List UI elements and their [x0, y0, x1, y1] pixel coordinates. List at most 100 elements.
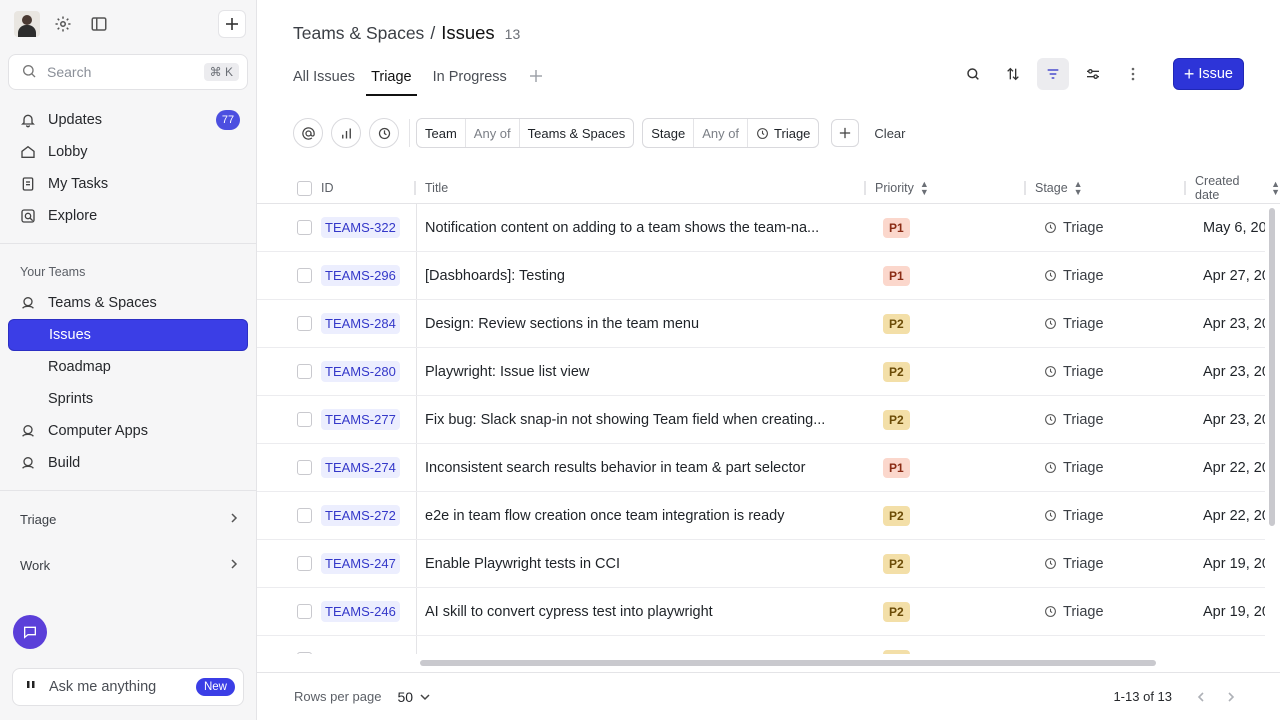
issue-id-cell[interactable]: TEAMS-246: [321, 588, 400, 635]
issue-id[interactable]: TEAMS-246: [321, 601, 400, 622]
issue-id-cell[interactable]: TEAMS-284: [321, 300, 400, 347]
stage-cell[interactable]: Triage: [1044, 300, 1104, 347]
avatar[interactable]: [14, 11, 40, 37]
row-checkbox[interactable]: [297, 396, 312, 443]
tab-all-issues[interactable]: All Issues: [293, 58, 355, 96]
sidebar-item-updates[interactable]: Updates 77: [8, 104, 248, 136]
clear-filters-button[interactable]: Clear: [874, 126, 905, 141]
issue-id[interactable]: TEAMS-296: [321, 265, 400, 286]
issue-id[interactable]: TEAMS-277: [321, 409, 400, 430]
filter-icon[interactable]: [1036, 58, 1069, 90]
column-resizer[interactable]: [1184, 181, 1186, 195]
column-header-priority[interactable]: Priority ▲ ▼: [875, 172, 929, 204]
issue-id[interactable]: TEAMS-272: [321, 505, 400, 526]
ask-input[interactable]: Ask me anything New: [12, 668, 244, 706]
stage-cell[interactable]: Triage: [1044, 348, 1104, 395]
row-checkbox[interactable]: [297, 636, 312, 654]
issue-id-cell[interactable]: TEAMS-296: [321, 252, 400, 299]
column-header-id[interactable]: ID: [321, 172, 334, 204]
issue-title[interactable]: Enable Playwright tests in CCI: [425, 540, 620, 587]
customize-icon[interactable]: [1077, 58, 1109, 90]
issue-id-cell[interactable]: TEAMS-322: [321, 204, 400, 251]
horizontal-scrollbar[interactable]: [420, 660, 1156, 666]
mention-icon[interactable]: [293, 118, 323, 148]
issue-title[interactable]: Design: Review sections in the team menu: [425, 300, 699, 347]
sidebar-section-triage[interactable]: Triage: [20, 509, 240, 529]
table-row[interactable]: TEAMS-277 Fix bug: Slack snap-in not show…: [257, 396, 1265, 444]
stage-cell[interactable]: Triage: [1044, 204, 1104, 251]
issue-id[interactable]: TEAMS-284: [321, 313, 400, 334]
chart-icon[interactable]: [331, 118, 361, 148]
sidebar-item-roadmap[interactable]: Roadmap: [8, 351, 248, 383]
row-checkbox[interactable]: [297, 252, 312, 299]
sidebar-item-lobby[interactable]: Lobby: [8, 136, 248, 168]
create-button[interactable]: [218, 10, 246, 38]
row-checkbox[interactable]: [297, 204, 312, 251]
column-resizer[interactable]: [414, 181, 416, 195]
stage-cell[interactable]: Triage: [1044, 588, 1104, 635]
stage-cell[interactable]: Triage: [1044, 252, 1104, 299]
rows-per-page-select[interactable]: 50: [397, 689, 431, 705]
sidebar-item-sprints[interactable]: Sprints: [8, 383, 248, 415]
table-row[interactable]: TEAMS-247 Enable Playwright tests in CCI P…: [257, 540, 1265, 588]
prev-page-icon[interactable]: [1188, 684, 1214, 710]
stage-cell[interactable]: Triage: [1044, 540, 1104, 587]
issue-id-cell[interactable]: TEAMS-247: [321, 540, 400, 587]
column-header-created-date[interactable]: Created date ▲ ▼: [1195, 172, 1280, 204]
table-row[interactable]: TEAMS-322 Notification content on adding …: [257, 204, 1265, 252]
table-row[interactable]: TEAMS-284 Design: Review sections in the …: [257, 300, 1265, 348]
issue-id[interactable]: TEAMS-280: [321, 361, 400, 382]
tab-triage[interactable]: Triage: [366, 58, 417, 96]
next-page-icon[interactable]: [1218, 684, 1244, 710]
sidebar-item-explore[interactable]: Explore: [8, 200, 248, 232]
issue-id[interactable]: TEAMS-247: [321, 553, 400, 574]
issue-title[interactable]: [Dasbhoards]: Testing: [425, 252, 565, 299]
select-all-checkbox[interactable]: [297, 172, 312, 204]
breadcrumb-parent[interactable]: Teams & Spaces: [293, 23, 424, 44]
sidebar-item-issues[interactable]: Issues: [8, 319, 248, 351]
issue-title[interactable]: AI skill to convert cypress test into pl…: [425, 588, 713, 635]
issue-title[interactable]: e2e in team flow creation once team inte…: [425, 492, 784, 539]
search-icon[interactable]: [957, 58, 989, 90]
stage-cell[interactable]: Triage: [1044, 492, 1104, 539]
issue-title[interactable]: Playwright: Issue list view: [425, 348, 589, 395]
add-view-icon[interactable]: [529, 67, 543, 88]
sort-icon[interactable]: [997, 58, 1029, 90]
sidebar-section-work[interactable]: Work: [20, 555, 240, 575]
table-row[interactable]: P2: [257, 636, 1265, 654]
gear-icon[interactable]: [50, 11, 76, 37]
chat-icon[interactable]: [13, 615, 47, 649]
more-options-icon[interactable]: [1117, 58, 1149, 90]
issue-title[interactable]: Inconsistent search results behavior in …: [425, 444, 805, 491]
column-header-stage[interactable]: Stage ▲ ▼: [1035, 172, 1083, 204]
new-issue-button[interactable]: + Issue: [1172, 58, 1244, 90]
issue-id-cell[interactable]: TEAMS-274: [321, 444, 400, 491]
column-header-title[interactable]: Title: [425, 172, 448, 204]
filter-stage[interactable]: Stage Any of Triage: [642, 118, 820, 148]
sidebar-item-my-tasks[interactable]: My Tasks: [8, 168, 248, 200]
row-checkbox[interactable]: [297, 492, 312, 539]
column-resizer[interactable]: [864, 181, 866, 195]
row-checkbox[interactable]: [297, 348, 312, 395]
issue-id-cell[interactable]: TEAMS-277: [321, 396, 400, 443]
issue-title[interactable]: Notification content on adding to a team…: [425, 204, 819, 251]
table-row[interactable]: TEAMS-272 e2e in team flow creation once …: [257, 492, 1265, 540]
row-checkbox[interactable]: [297, 588, 312, 635]
issue-title[interactable]: Fix bug: Slack snap-in not showing Team …: [425, 396, 825, 443]
row-checkbox[interactable]: [297, 300, 312, 347]
sidebar-item-build[interactable]: Build: [8, 447, 248, 479]
sidebar-toggle-icon[interactable]: [86, 11, 112, 37]
issue-id-cell[interactable]: TEAMS-272: [321, 492, 400, 539]
sidebar-item-computer-apps[interactable]: Computer Apps: [8, 415, 248, 447]
history-icon[interactable]: [369, 118, 399, 148]
table-row[interactable]: TEAMS-296 [Dasbhoards]: Testing P1 Triage Ap…: [257, 252, 1265, 300]
column-resizer[interactable]: [1024, 181, 1026, 195]
issue-id-cell[interactable]: TEAMS-280: [321, 348, 400, 395]
row-checkbox[interactable]: [297, 540, 312, 587]
table-row[interactable]: TEAMS-280 Playwright: Issue list view P2 Tr…: [257, 348, 1265, 396]
table-row[interactable]: TEAMS-246 AI skill to convert cypress tes…: [257, 588, 1265, 636]
row-checkbox[interactable]: [297, 444, 312, 491]
filter-team[interactable]: Team Any of Teams & Spaces: [416, 118, 635, 148]
add-filter-button[interactable]: [831, 119, 860, 147]
issue-id[interactable]: TEAMS-322: [321, 217, 400, 238]
